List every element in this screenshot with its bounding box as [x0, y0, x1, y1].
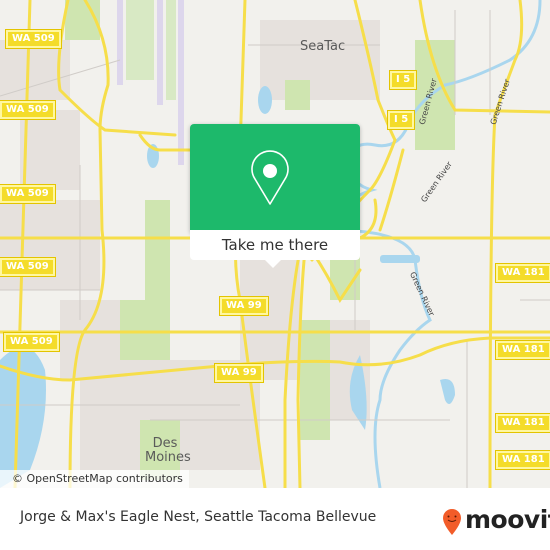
location-title: Jorge & Max's Eagle Nest, Seattle Tacoma… [20, 509, 377, 525]
road-shield-wa-509: WA 509 [0, 184, 56, 204]
road-shield-wa-181: WA 181 [495, 450, 550, 470]
map-pin-icon [251, 150, 289, 205]
road-shield-i-5: I 5 [386, 110, 416, 130]
road-shield-wa-181: WA 181 [495, 340, 550, 360]
road-shield-wa-181: WA 181 [495, 413, 550, 433]
road-shield-wa-509: WA 509 [3, 332, 60, 352]
popup-header[interactable] [190, 124, 360, 230]
road-shield-wa-509: WA 509 [0, 100, 56, 120]
road-shield-wa-509: WA 509 [0, 257, 56, 277]
road-shield-i-5: I 5 [388, 70, 418, 90]
take-me-there-button[interactable]: Take me there [190, 230, 360, 260]
moovit-wordmark: moovit [465, 505, 550, 534]
road-shield-wa-181: WA 181 [495, 263, 550, 283]
road-shield-wa-99: WA 99 [219, 296, 269, 316]
airport-grass [126, 0, 176, 100]
place-label-seatac: SeaTac [300, 39, 346, 54]
popup-pointer [265, 260, 281, 268]
map-attribution[interactable]: © OpenStreetMap contributors [0, 470, 189, 488]
road-shield-wa-509: WA 509 [5, 29, 62, 49]
location-popup[interactable]: Take me there [190, 124, 360, 268]
moovit-logo[interactable]: moovit [441, 506, 550, 536]
moovit-pin-icon [443, 509, 461, 535]
place-label-des-moines: Des Moines [145, 436, 191, 465]
road-shield-wa-99: WA 99 [214, 363, 264, 383]
